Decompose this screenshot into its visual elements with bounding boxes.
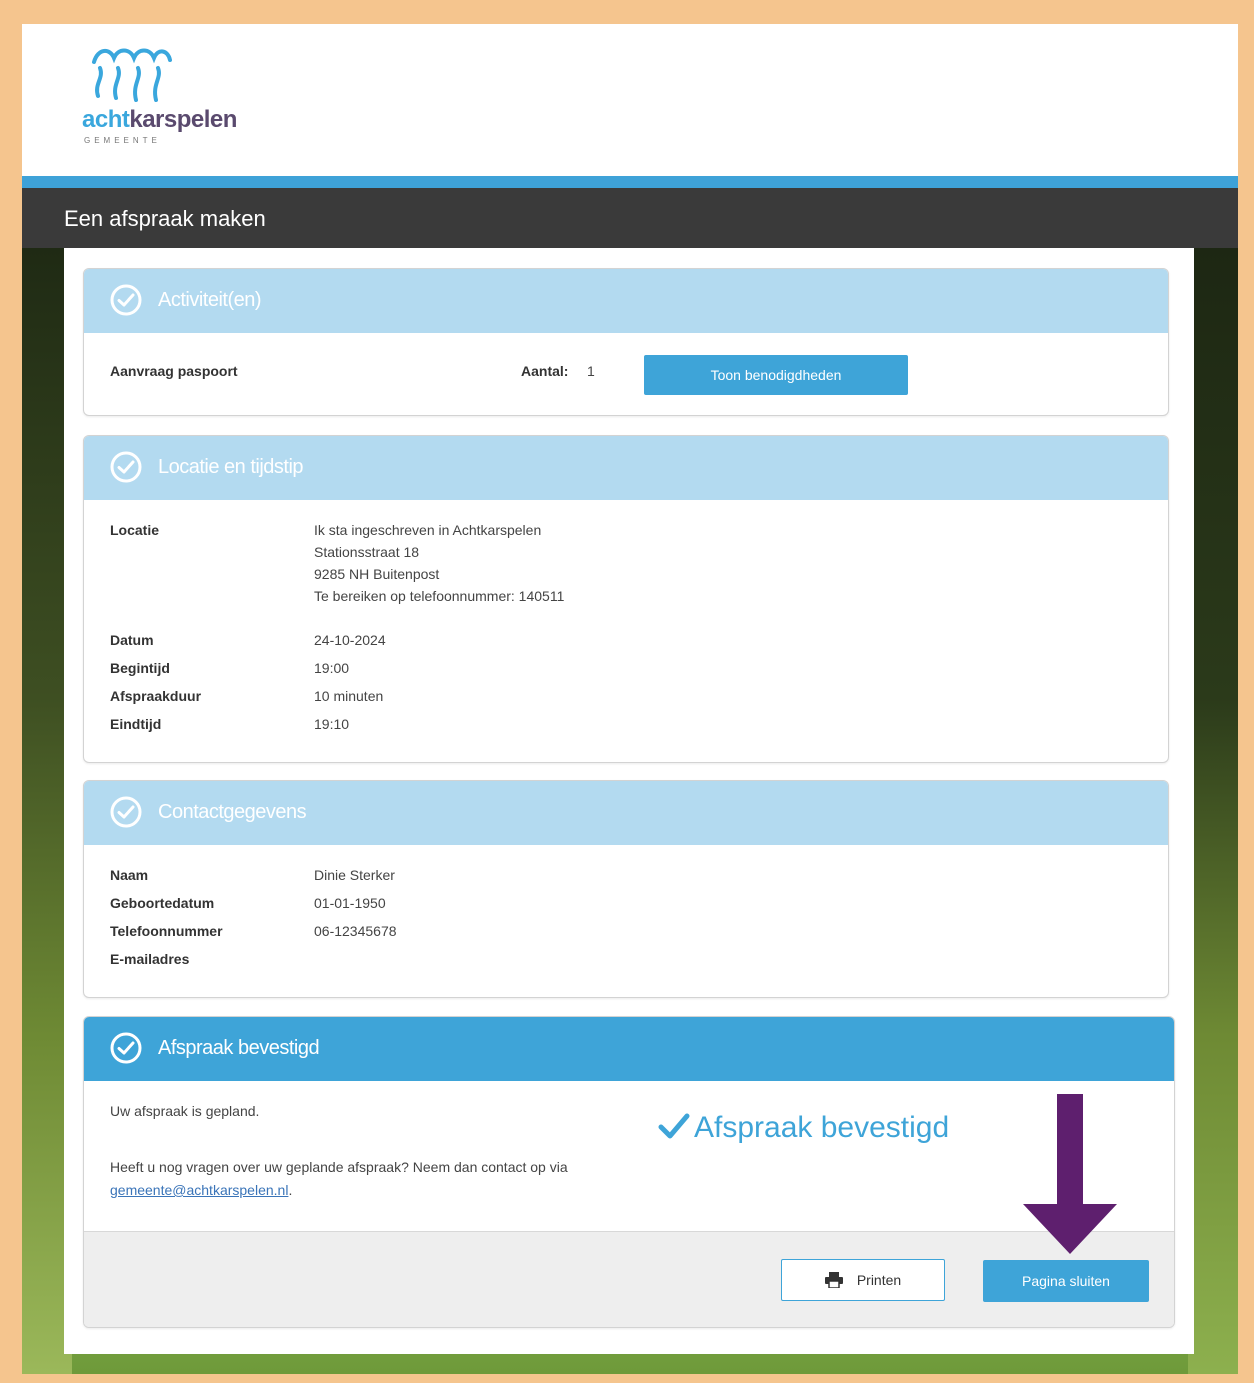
birthdate-value: 01-01-1950 [314,895,386,911]
confirmation-panel-header: Afspraak bevestigd [84,1017,1174,1081]
email-link-suffix: . [288,1182,293,1198]
email-link-line: gemeente@achtkarspelen.nl. [110,1182,292,1198]
logo-subtitle: GEMEENTE [84,136,161,145]
contact-panel: Contactgegevens Naam Dinie Sterker Geboo… [83,780,1169,998]
print-button[interactable]: Printen [781,1259,945,1301]
check-circle-icon [110,796,142,828]
confirmation-footer: Printen Pagina sluiten [84,1231,1174,1327]
page-frame: achtkarspelen GEMEENTE Een afspraak make… [22,24,1238,1374]
end-time-value: 19:10 [314,716,350,732]
end-time-label: Eindtijd [110,716,162,732]
email-link[interactable]: gemeente@achtkarspelen.nl [110,1182,288,1198]
print-button-label: Printen [856,1272,902,1288]
phone-value: 06-12345678 [314,923,397,939]
contact-heading: Contactgegevens [158,801,307,823]
location-line-3: 9285 NH Buitenpost [314,566,440,582]
activities-heading: Activiteit(en) [158,289,262,311]
activity-name: Aanvraag paspoort [110,363,238,379]
planned-text: Uw afspraak is gepland. [110,1103,260,1119]
header-divider [22,176,1238,188]
page-title: Een afspraak maken [64,206,266,231]
location-panel-header: Locatie en tijdstip [84,436,1168,500]
confirmed-status-text: Afspraak bevestigd [694,1111,950,1144]
count-label: Aantal: [521,363,569,379]
check-circle-icon [110,451,142,483]
name-label: Naam [110,867,149,883]
printer-icon [824,1272,843,1289]
location-label: Locatie [110,522,160,538]
activities-panel-header: Activiteit(en) [84,269,1168,333]
phone-label: Telefoonnummer [110,923,223,939]
location-line-4: Te bereiken op telefoonnummer: 140511 [314,588,565,604]
check-circle-icon [110,1032,142,1064]
confirmation-panel: Afspraak bevestigd Uw afspraak is geplan… [83,1016,1175,1328]
email-label: E-mailadres [110,951,190,967]
name-value: Dinie Sterker [314,867,395,883]
header: achtkarspelen GEMEENTE [22,24,1238,176]
logo-wave-icon [92,48,172,102]
logo[interactable]: achtkarspelen GEMEENTE [82,44,242,149]
checkmark-icon [658,1113,690,1139]
birthdate-label: Geboortedatum [110,895,215,911]
logo-text-part1: acht [82,106,130,133]
start-time-label: Begintijd [110,660,170,676]
duration-value: 10 minuten [314,688,384,704]
confirmed-status: Afspraak bevestigd [658,1111,949,1145]
date-label: Datum [110,632,154,648]
check-circle-icon [110,284,142,316]
logo-text: achtkarspelen [82,106,237,134]
contact-panel-header: Contactgegevens [84,781,1168,845]
date-value: 24-10-2024 [314,632,386,648]
confirmation-heading: Afspraak bevestigd [158,1037,320,1059]
start-time-value: 19:00 [314,660,350,676]
close-page-button[interactable]: Pagina sluiten [983,1260,1149,1302]
location-line-1: Ik sta ingeschreven in Achtkarspelen [314,522,542,538]
location-heading: Locatie en tijdstip [158,456,304,478]
title-bar: Een afspraak maken [22,188,1238,248]
count-value: 1 [587,363,595,379]
location-panel: Locatie en tijdstip Locatie Ik sta inges… [83,435,1169,763]
question-text: Heeft u nog vragen over uw geplande afsp… [110,1159,568,1175]
activities-panel: Activiteit(en) Aanvraag paspoort Aantal:… [83,268,1169,416]
logo-text-part2: karspelen [129,106,237,133]
show-requirements-button[interactable]: Toon benodigdheden [644,355,908,395]
location-line-2: Stationsstraat 18 [314,544,420,560]
duration-label: Afspraakduur [110,688,202,704]
arrow-down-icon [1023,1094,1117,1254]
